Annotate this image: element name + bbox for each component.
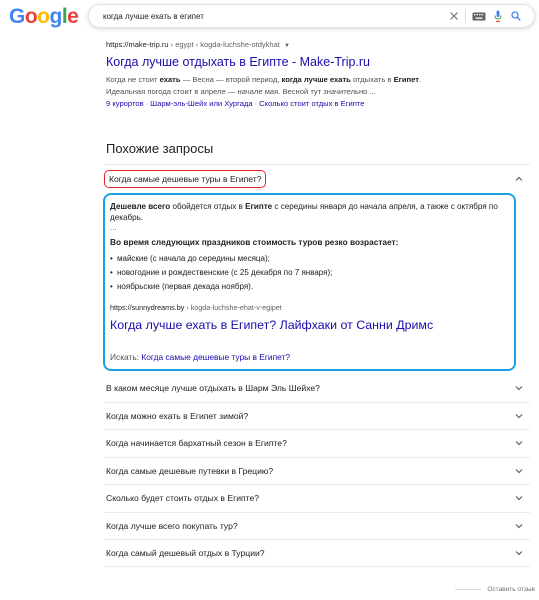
separator-dot: · [254,99,258,108]
question-row[interactable]: Когда лучше всего покупать тур? [104,511,530,540]
answer-heading: Во время следующих праздников стоимость … [110,237,399,247]
sitelink[interactable]: 9 курортов [106,99,144,108]
question-open[interactable]: Когда самые дешевые туры в Египет? [104,164,530,193]
divider [455,589,482,590]
keyboard-icon[interactable] [472,4,486,28]
question-row[interactable]: Сколько будет стоить отдых в Египте? [104,484,530,512]
clear-icon[interactable] [449,4,459,28]
question-row[interactable]: Когда начинается бархатный сезон в Египт… [104,429,530,457]
chevron-down-icon[interactable] [514,438,524,448]
logo-letter: o [24,5,38,28]
question-row[interactable]: Когда самые дешевые путевки в Грецию? [104,456,530,485]
separator-dot: · [145,99,149,108]
logo-letter: G [9,5,25,28]
question-label: Когда самый дешевый отдых в Турции? [106,547,265,558]
chevron-down-icon[interactable] [514,548,524,558]
snippet-text: Когда не стоит [106,75,160,84]
sitelinks: 9 курортов · Шарм-эль-Шейх или Хургада · Ско… [106,98,531,110]
chevron-up-icon[interactable] [514,174,524,184]
result-snippet: Когда не стоит ехать — Весна — второй пе… [106,74,531,98]
answer-list: майские (с начала до середины месяца); н… [110,252,509,294]
answer-text: обойдется отдых в [170,202,246,211]
chevron-down-icon[interactable] [514,521,524,531]
answer-search: Искать: Когда самые дешевые туры в Египе… [110,351,509,363]
answer-bold: Египте [245,202,273,211]
list-item: новогодние и рождественские (с 25 декабр… [110,266,509,280]
search-divider [465,9,466,23]
question-row[interactable]: В каком месяце лучше отдыхать в Шарм Эль… [104,374,530,402]
question-label: В каком месяце лучше отдыхать в Шарм Эль… [106,382,320,393]
snippet-bold: ехать [159,75,181,84]
list-item: майские (с начала до середины месяца); [110,252,509,266]
answer-path: › kogda-luchshe-ehat-v-egipet [186,303,282,312]
caret-down-icon[interactable]: ▼ [284,43,290,49]
related-heading: Похожие запросы [106,141,214,156]
search-prefix: Искать: [110,352,142,362]
logo-letter: g [49,5,63,28]
search-result: https://make-trip.ru › egypt › kogda-luc… [106,40,531,110]
answer-panel: Дешевле всего обойдется отдых в Египте с… [103,193,516,371]
microphone-icon[interactable] [494,4,502,28]
search-icon[interactable] [511,4,521,28]
chevron-down-icon[interactable] [514,493,524,503]
snippet-text: — Весна — второй период, [180,75,282,84]
list-item: ноябрьские (первая декада ноября). [110,280,509,294]
search-link[interactable]: Когда самые дешевые туры в Египет? [141,352,290,362]
chevron-down-icon[interactable] [514,411,524,421]
answer-paragraph: Дешевле всего обойдется отдых в Египте с… [110,201,509,223]
search-box [88,4,535,28]
question-label: Когда самые дешевые путевки в Грецию? [106,465,274,476]
snippet-bold: когда лучше ехать [281,75,351,84]
chevron-down-icon[interactable] [514,466,524,476]
question-row[interactable]: Когда самый дешевый отдых в Турции? [104,539,530,567]
snippet-text: Идеальная погода стоит в апреле — начале… [106,87,376,96]
feedback-link[interactable]: Оставить отзыв [487,586,535,593]
question-label: Когда можно ехать в Египет зимой? [106,410,249,421]
question-label: Когда лучше всего покупать тур? [106,520,238,531]
question-label: Сколько будет стоить отдых в Египте? [106,493,260,504]
google-logo[interactable]: Google [9,5,79,29]
feedback: Оставить отзыв [455,586,535,593]
snippet-text: отдыхать в [350,75,394,84]
logo-letter: o [37,5,50,28]
related-questions: Когда самые дешевые туры в Египет? Дешев… [103,164,530,567]
snippet-text: . [418,75,422,84]
logo-letter: e [67,5,79,28]
chevron-down-icon[interactable] [514,383,524,393]
question-label: Когда начинается бархатный сезон в Египт… [106,438,287,449]
answer-bold: Дешевле всего [110,202,171,211]
sitelink[interactable]: Сколько стоит отдых в Египте [259,99,364,108]
answer-title[interactable]: Когда лучше ехать в Египет? Лайфхаки от … [110,317,509,333]
question-row[interactable]: Когда можно ехать в Египет зимой? [104,401,530,430]
question-label: Когда самые дешевые туры в Египет? [104,170,267,188]
answer-ellipsis: ... [110,223,117,232]
sitelink[interactable]: Шарм-эль-Шейх или Хургада [150,99,252,108]
answer-site: https://sunnydreams.by [110,303,185,312]
result-title[interactable]: Когда лучше отдыхать в Египте - Make-Tri… [106,54,531,70]
result-url[interactable]: https://make-trip.ru › egypt › kogda-luc… [106,40,531,51]
result-site: https://make-trip.ru [106,40,169,49]
search-input[interactable] [103,11,449,21]
result-path: › egypt › kogda-luchshe-otdykhat [170,40,280,49]
answer-url[interactable]: https://sunnydreams.by › kogda-luchshe-e… [110,303,509,313]
snippet-bold: Египет [393,75,419,84]
